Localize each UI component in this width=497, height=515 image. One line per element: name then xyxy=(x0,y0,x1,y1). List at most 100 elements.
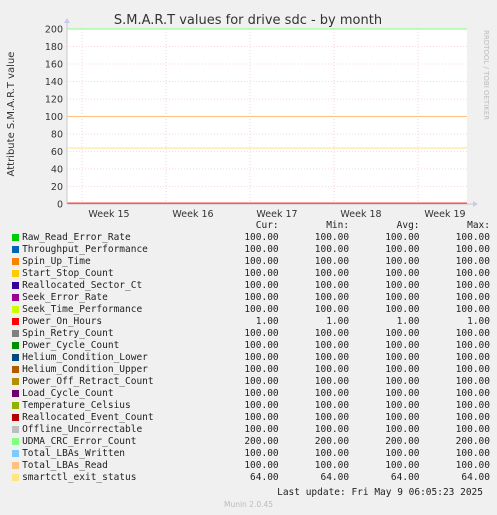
legend-name: Spin_Up_Time xyxy=(22,256,91,267)
legend-max: 100.00 xyxy=(455,244,490,255)
legend-avg: 100.00 xyxy=(385,268,420,279)
legend-avg: 100.00 xyxy=(385,244,420,255)
legend-row: Power_Off_Retract_Count 100.00 100.00 100.0… xyxy=(10,376,490,388)
legend-cur: 100.00 xyxy=(244,412,279,423)
legend-avg: 64.00 xyxy=(390,472,420,483)
legend-min: 100.00 xyxy=(314,460,350,471)
legend-max: 100.00 xyxy=(455,232,490,243)
legend-cur: 64.00 xyxy=(250,472,279,483)
legend-avg: 100.00 xyxy=(385,232,420,243)
legend-name: Helium_Condition_Lower xyxy=(22,352,148,363)
y-tick-label: 120 xyxy=(45,95,63,106)
legend-row: Helium_Condition_Upper 100.00 100.00 100.00… xyxy=(10,364,490,376)
legend-swatch xyxy=(12,366,19,373)
legend-min: 64.00 xyxy=(320,472,350,483)
legend-max: 100.00 xyxy=(455,328,490,339)
x-tick-label: Week 15 xyxy=(88,209,129,220)
y-axis-label: Attribute S.M.A.R.T value xyxy=(6,52,17,177)
legend-avg: 100.00 xyxy=(385,340,420,351)
legend-max: 100.00 xyxy=(455,268,490,279)
legend-min: 100.00 xyxy=(314,364,350,375)
legend-row: Total_LBAs_Read 100.00 100.00 100.00 100.00 xyxy=(10,460,490,472)
legend-swatch xyxy=(12,402,19,409)
watermark: RRDTOOL / TOBI OETIKER xyxy=(482,30,490,120)
legend-row: Helium_Condition_Lower 100.00 100.00 100.00… xyxy=(10,352,490,364)
legend-swatch xyxy=(12,450,19,457)
legend-row: Spin_Up_Time 100.00 100.00 100.00 100.00 xyxy=(10,256,490,268)
x-tick-label: Week 17 xyxy=(256,209,297,220)
legend-name: Load_Cycle_Count xyxy=(22,388,114,399)
legend-name: Start_Stop_Count xyxy=(22,268,114,279)
legend-max: 200.00 xyxy=(455,436,490,447)
legend-max: 100.00 xyxy=(455,292,490,303)
legend-row: Start_Stop_Count 100.00 100.00 100.00 100.00 xyxy=(10,268,490,280)
legend-swatch xyxy=(12,246,19,253)
legend-cur: 100.00 xyxy=(244,364,279,375)
legend-avg: 100.00 xyxy=(385,412,420,423)
legend-avg: 100.00 xyxy=(385,388,420,399)
legend-max: 100.00 xyxy=(455,376,490,387)
legend-name: Power_Cycle_Count xyxy=(22,340,120,351)
x-tick-label: Week 16 xyxy=(172,209,213,220)
legend-min: 100.00 xyxy=(314,304,350,315)
legend-max: 100.00 xyxy=(455,364,490,375)
y-tick-label: 100 xyxy=(45,112,63,123)
legend-cur: 100.00 xyxy=(244,340,279,351)
legend-max: 100.00 xyxy=(455,412,490,423)
legend-min: 100.00 xyxy=(314,352,350,363)
legend-cur: 100.00 xyxy=(244,400,279,411)
legend-swatch xyxy=(12,414,19,421)
legend-swatch xyxy=(12,474,19,481)
chart-title: S.M.A.R.T values for drive sdc - by mont… xyxy=(114,13,382,28)
x-tick-label: Week 18 xyxy=(340,209,381,220)
legend-cur: 200.00 xyxy=(244,436,279,447)
legend-avg: 100.00 xyxy=(385,460,420,471)
legend-min: 100.00 xyxy=(314,292,350,303)
legend-avg: 100.00 xyxy=(385,400,420,411)
legend-max: 100.00 xyxy=(455,388,490,399)
y-tick-label: 140 xyxy=(45,77,63,88)
legend-swatch xyxy=(12,378,19,385)
legend-row: Seek_Error_Rate 100.00 100.00 100.00 100.00 xyxy=(10,292,490,304)
legend-row: Load_Cycle_Count 100.00 100.00 100.00 100.00 xyxy=(10,388,490,400)
legend-swatch xyxy=(12,342,19,349)
legend-header: Cur: Min: Avg: Max: xyxy=(10,220,490,232)
legend-max: 100.00 xyxy=(455,280,490,291)
legend-swatch xyxy=(12,462,19,469)
legend-min: 100.00 xyxy=(314,388,350,399)
legend-cur: 100.00 xyxy=(244,268,279,279)
legend-swatch xyxy=(12,390,19,397)
legend-avg: 100.00 xyxy=(385,364,420,375)
legend-row: smartctl_exit_status 64.00 64.00 64.00 64.00 xyxy=(10,472,490,484)
y-tick-label: 60 xyxy=(51,147,63,158)
legend-name: Offline_Uncorrectable xyxy=(22,424,143,435)
legend-name: Raw_Read_Error_Rate xyxy=(22,232,131,243)
legend-avg: 100.00 xyxy=(385,448,420,459)
legend-row: Reallocated_Event_Count 100.00 100.00 100.0… xyxy=(10,412,490,424)
legend-avg: 100.00 xyxy=(385,328,420,339)
legend-name: Power_Off_Retract_Count xyxy=(22,376,154,387)
legend-swatch xyxy=(12,270,19,277)
legend-max: 100.00 xyxy=(455,340,490,351)
legend-name: Helium_Condition_Upper xyxy=(22,364,148,375)
legend-cur: 100.00 xyxy=(244,424,279,435)
legend-min: 100.00 xyxy=(314,424,350,435)
y-axis-arrow xyxy=(64,18,70,23)
y-tick-label: 40 xyxy=(51,165,63,176)
header-max: Max: xyxy=(467,220,490,231)
legend-min: 100.00 xyxy=(314,376,350,387)
y-tick-label: 160 xyxy=(45,60,63,71)
legend-max: 1.00 xyxy=(467,316,490,327)
legend-max: 100.00 xyxy=(455,256,490,267)
chart-area: S.M.A.R.T values for drive sdc - by mont… xyxy=(6,13,490,220)
legend-avg: 1.00 xyxy=(396,316,420,327)
legend-row: Offline_Uncorrectable 100.00 100.00 100.00 1… xyxy=(10,424,490,436)
legend-swatch xyxy=(12,294,19,301)
legend-cur: 100.00 xyxy=(244,448,279,459)
legend-cur: 100.00 xyxy=(244,256,279,267)
x-tick-label: Week 19 xyxy=(424,209,465,220)
legend-avg: 100.00 xyxy=(385,424,420,435)
legend-name: Seek_Time_Performance xyxy=(22,304,143,315)
y-tick-label: 200 xyxy=(45,25,63,36)
y-tick-label: 80 xyxy=(51,130,63,141)
